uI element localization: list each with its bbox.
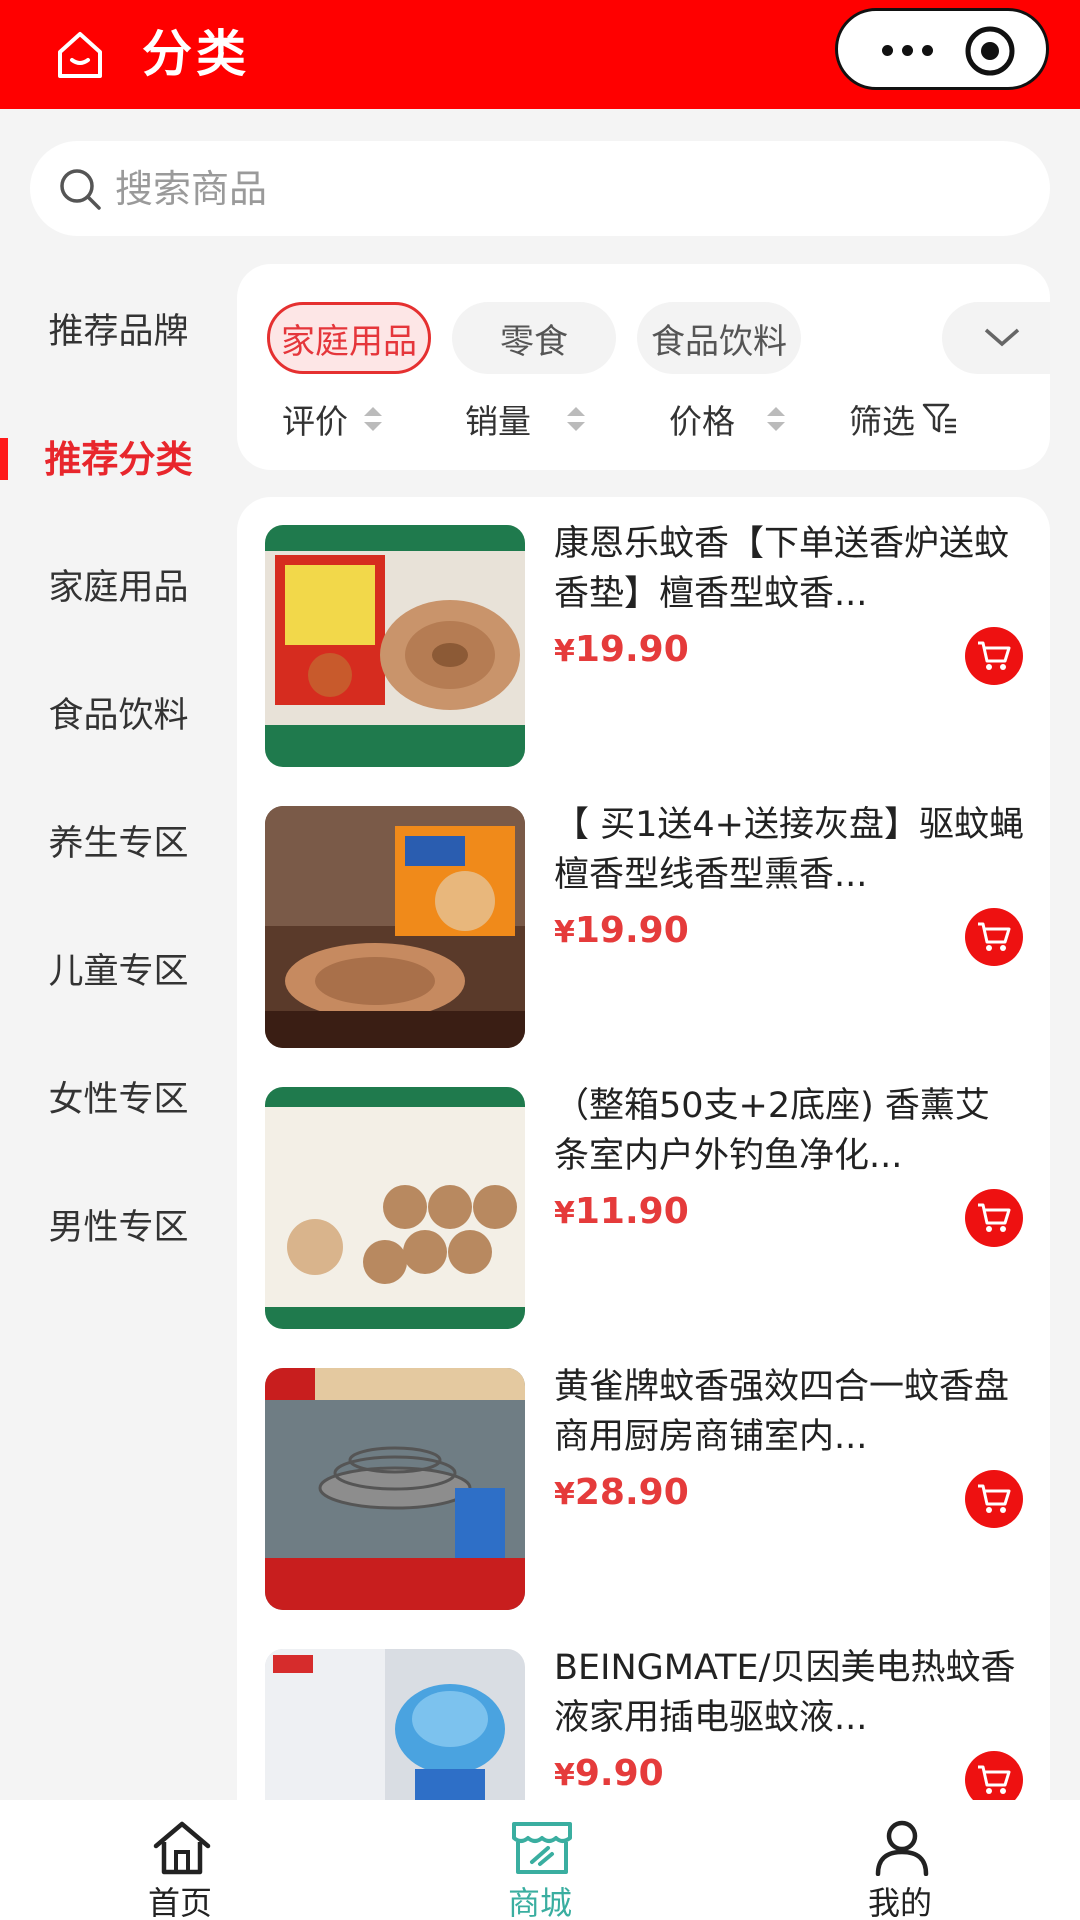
bottom-tab-bar: 首页 商城 我的 <box>0 1800 1080 1920</box>
sort-arrows-icon <box>567 407 585 431</box>
sort-arrows-icon <box>364 407 382 431</box>
tab-label: 我的 <box>867 1884 932 1920</box>
sidebar-item-recommended-categories[interactable]: 推荐分类 <box>0 392 237 520</box>
product-card[interactable]: 康恩乐蚊香【下单送香炉送蚊香垫】檀香型蚊香... ¥19.90 <box>237 497 1050 767</box>
chip-household[interactable]: 家庭用品 <box>267 302 431 374</box>
sort-sales[interactable]: 销量 <box>465 394 587 444</box>
product-card[interactable]: 黄雀牌蚊香强效四合一蚊香盘商用厨房商铺室内... ¥28.90 <box>237 1340 1050 1610</box>
sidebar-item-food-drinks[interactable]: 食品饮料 <box>0 648 237 776</box>
cart-icon <box>978 1203 1011 1232</box>
cart-icon <box>978 1765 1011 1794</box>
sidebar-item-health[interactable]: 养生专区 <box>0 776 237 904</box>
tab-home[interactable]: 首页 <box>0 1800 360 1920</box>
sidebar-item-children[interactable]: 儿童专区 <box>0 904 237 1032</box>
product-price: ¥28.90 <box>554 1472 689 1513</box>
sidebar-item-men[interactable]: 男性专区 <box>0 1160 237 1288</box>
top-bar: 分类 <box>0 0 1080 109</box>
add-to-cart-button[interactable] <box>965 627 1023 685</box>
product-title: BEINGMATE/贝因美电热蚊香液家用插电驱蚊液... <box>554 1648 1016 1738</box>
product-title: 【 买1送4+送接灰盘】驱蚊蝇檀香型线香型熏香... <box>554 805 1024 895</box>
sort-price[interactable]: 价格 <box>669 394 787 444</box>
sidebar-item-household[interactable]: 家庭用品 <box>0 520 237 648</box>
chevron-down-icon <box>984 328 1020 347</box>
home-icon <box>153 1821 211 1875</box>
mini-program-capsule <box>835 8 1049 90</box>
category-sidebar: 推荐品牌 推荐分类 家庭用品 食品饮料 养生专区 儿童专区 女性专区 男性专区 <box>0 264 237 1294</box>
product-price: ¥19.90 <box>554 910 689 951</box>
store-icon <box>512 1822 572 1874</box>
sort-rating[interactable]: 评价 <box>282 394 384 444</box>
product-card[interactable]: BEINGMATE/贝因美电热蚊香液家用插电驱蚊液... ¥9.90 <box>237 1621 1050 1800</box>
cart-icon <box>978 641 1011 670</box>
product-title: 康恩乐蚊香【下单送香炉送蚊香垫】檀香型蚊香... <box>554 524 1010 614</box>
add-to-cart-button[interactable] <box>965 908 1023 966</box>
product-image[interactable] <box>265 1087 525 1329</box>
expand-chips-button[interactable] <box>942 302 1050 374</box>
add-to-cart-button[interactable] <box>965 1470 1023 1528</box>
product-title: 黄雀牌蚊香强效四合一蚊香盘商用厨房商铺室内... <box>554 1367 1010 1457</box>
search-icon <box>60 169 101 210</box>
filter-button[interactable]: 筛选 <box>849 394 959 444</box>
tab-label: 商城 <box>507 1884 572 1920</box>
product-title: （整箱50支+2底座) 香薰艾条室内户外钓鱼净化... <box>554 1086 990 1176</box>
tab-profile[interactable]: 我的 <box>720 1800 1080 1920</box>
product-image[interactable] <box>265 806 525 1048</box>
more-dots-icon[interactable] <box>878 33 938 67</box>
sidebar-item-women[interactable]: 女性专区 <box>0 1032 237 1160</box>
search-input[interactable] <box>115 141 995 236</box>
tab-store[interactable]: 商城 <box>360 1800 720 1920</box>
product-price: ¥19.90 <box>554 629 689 670</box>
page-title: 分类 <box>142 25 250 83</box>
product-image[interactable] <box>265 525 525 767</box>
search-bar[interactable] <box>30 141 1050 236</box>
tab-label: 首页 <box>147 1884 212 1920</box>
add-to-cart-button[interactable] <box>965 1751 1023 1800</box>
funnel-icon <box>922 403 956 434</box>
home-icon[interactable] <box>52 26 108 82</box>
cart-icon <box>978 1484 1011 1513</box>
sidebar-item-recommended-brands[interactable]: 推荐品牌 <box>0 264 237 392</box>
user-icon <box>875 1820 929 1876</box>
cart-icon <box>978 922 1011 951</box>
product-card[interactable]: （整箱50支+2底座) 香薰艾条室内户外钓鱼净化... ¥11.90 <box>237 1059 1050 1329</box>
product-price: ¥11.90 <box>554 1191 689 1232</box>
product-image[interactable] <box>265 1649 525 1800</box>
product-card[interactable]: 【 买1送4+送接灰盘】驱蚊蝇檀香型线香型熏香... ¥19.90 <box>237 778 1050 1048</box>
add-to-cart-button[interactable] <box>965 1189 1023 1247</box>
chip-snacks[interactable]: 零食 <box>452 302 616 374</box>
sort-arrows-icon <box>767 407 785 431</box>
product-list: 康恩乐蚊香【下单送香炉送蚊香垫】檀香型蚊香... ¥19.90 【 买1送4+送… <box>237 497 1050 1800</box>
product-price: ¥9.90 <box>554 1753 664 1794</box>
chip-food-drinks[interactable]: 食品饮料 <box>637 302 801 374</box>
filter-panel: 家庭用品 零食 食品饮料 评价 销量 价格 筛选 <box>237 264 1050 470</box>
target-icon[interactable] <box>963 24 1017 78</box>
product-image[interactable] <box>265 1368 525 1610</box>
